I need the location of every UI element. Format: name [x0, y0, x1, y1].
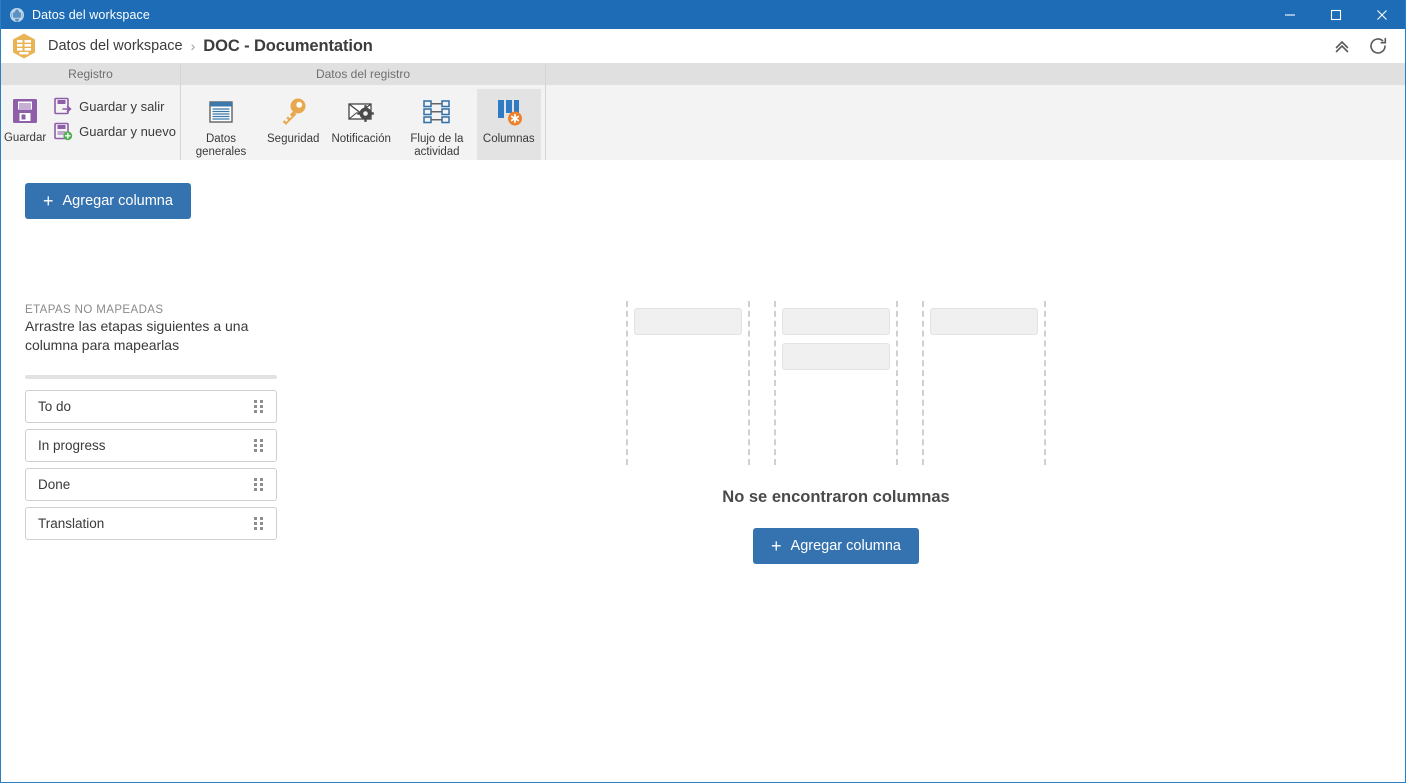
save-and-new-icon — [53, 121, 73, 141]
ribbon-tab-datos-generales-label: Datos generales — [195, 133, 247, 158]
ribbon-tab-seguridad-label: Seguridad — [267, 133, 320, 145]
ribbon-tab-flujo-de-la-actividad[interactable]: Flujo de la actividad — [397, 89, 477, 160]
ribbon-tab-seguridad[interactable]: Seguridad — [261, 89, 325, 160]
ghost-card — [634, 308, 742, 335]
ghost-card — [782, 343, 890, 370]
empty-state-message: No se encontraron columnas — [722, 488, 950, 506]
ribbon-toolbar: Registro Guardar Guardar y salir Guardar… — [1, 63, 1405, 160]
save-and-exit-label: Guardar y salir — [79, 98, 165, 114]
stage-list: To do In progress Done Translation — [25, 390, 277, 540]
workflow-icon — [420, 95, 454, 129]
ribbon-tab-columnas-label: Columnas — [482, 133, 535, 145]
list-item[interactable]: To do — [25, 390, 277, 423]
section-divider — [25, 375, 277, 379]
refresh-icon[interactable] — [1367, 35, 1389, 57]
add-column-button-empty-state[interactable]: + Agregar columna — [753, 528, 919, 564]
ghost-card — [930, 308, 1038, 335]
globe-icon — [9, 7, 25, 23]
ribbon-group-datos-header: Datos del registro — [181, 63, 545, 85]
list-item[interactable]: Done — [25, 468, 277, 501]
list-item[interactable]: In progress — [25, 429, 277, 462]
application-window: Datos del workspace Datos del workspace … — [0, 0, 1406, 783]
plus-icon: + — [771, 536, 782, 556]
stage-name: In progress — [38, 438, 106, 453]
minimize-button[interactable] — [1267, 0, 1313, 29]
save-button-label: Guardar — [3, 132, 47, 144]
ghost-column — [626, 301, 750, 465]
title-bar: Datos del workspace — [1, 0, 1405, 29]
save-and-exit-button[interactable]: Guardar y salir — [49, 95, 180, 117]
stage-name: Done — [38, 477, 71, 492]
ribbon-group-empty — [546, 63, 1405, 160]
envelope-gear-icon — [344, 95, 378, 129]
key-icon — [276, 95, 310, 129]
page-title: DOC - Documentation — [203, 36, 373, 55]
ribbon-tab-datos-generales[interactable]: Datos generales — [181, 89, 261, 160]
ribbon-tab-notificacion[interactable]: Notificación — [325, 89, 396, 160]
unmapped-stages-title: ETAPAS NO MAPEADAS — [25, 304, 164, 316]
drag-handle-icon[interactable] — [254, 439, 263, 452]
ghost-card — [782, 308, 890, 335]
maximize-button[interactable] — [1313, 0, 1359, 29]
ribbon-tab-notificacion-label: Notificación — [331, 133, 391, 145]
drag-handle-icon[interactable] — [254, 400, 263, 413]
close-button[interactable] — [1359, 0, 1405, 29]
ribbon-group-empty-header — [546, 63, 1405, 85]
drag-handle-icon[interactable] — [254, 517, 263, 530]
breadcrumb-separator-icon: › — [190, 38, 196, 54]
columns-icon — [492, 95, 526, 129]
ribbon-group-registro-header: Registro — [1, 63, 180, 85]
stage-name: To do — [38, 399, 72, 414]
save-and-exit-icon — [53, 96, 73, 116]
content-area: + Agregar columna ETAPAS NO MAPEADAS Arr… — [1, 160, 1405, 782]
ribbon-group-registro: Registro Guardar Guardar y salir Guardar… — [1, 63, 181, 160]
empty-state: No se encontraron columnas + Agregar col… — [621, 301, 1051, 564]
save-secondary-buttons: Guardar y salir Guardar y nuevo — [49, 89, 180, 142]
breadcrumb-root[interactable]: Datos del workspace — [48, 38, 183, 54]
breadcrumb-bar: Datos del workspace › DOC - Documentatio… — [1, 29, 1405, 63]
ghost-column — [774, 301, 898, 465]
breadcrumb-actions — [1331, 35, 1405, 57]
save-and-new-label: Guardar y nuevo — [79, 123, 176, 139]
drag-handle-icon[interactable] — [254, 478, 263, 491]
window-title: Datos del workspace — [32, 7, 150, 22]
save-button[interactable]: Guardar — [1, 89, 49, 144]
ghost-column — [922, 301, 1046, 465]
plus-icon: + — [43, 191, 54, 211]
window-controls — [1267, 0, 1405, 29]
add-column-button-top-label: Agregar columna — [62, 193, 173, 209]
document-icon — [204, 95, 238, 129]
add-column-button-top[interactable]: + Agregar columna — [25, 183, 191, 219]
save-and-new-button[interactable]: Guardar y nuevo — [49, 120, 180, 142]
ribbon-tab-flujo-de-la-actividad-label: Flujo de la actividad — [410, 133, 464, 158]
ghost-columns — [626, 301, 1046, 465]
ribbon-tab-columnas[interactable]: Columnas — [476, 89, 541, 160]
stage-name: Translation — [38, 516, 105, 531]
add-column-button-empty-state-label: Agregar columna — [790, 538, 901, 554]
ribbon-group-datos-del-registro: Datos del registro Datos generales Segur… — [181, 63, 546, 160]
collapse-ribbon-icon[interactable] — [1331, 35, 1353, 57]
list-item[interactable]: Translation — [25, 507, 277, 540]
workspace-data-hex-icon — [10, 32, 38, 60]
save-floppy-icon — [9, 95, 41, 127]
unmapped-stages-pane: + Agregar columna ETAPAS NO MAPEADAS Arr… — [25, 183, 277, 540]
unmapped-stages-description: Arrastre las etapas siguientes a una col… — [25, 318, 249, 353]
